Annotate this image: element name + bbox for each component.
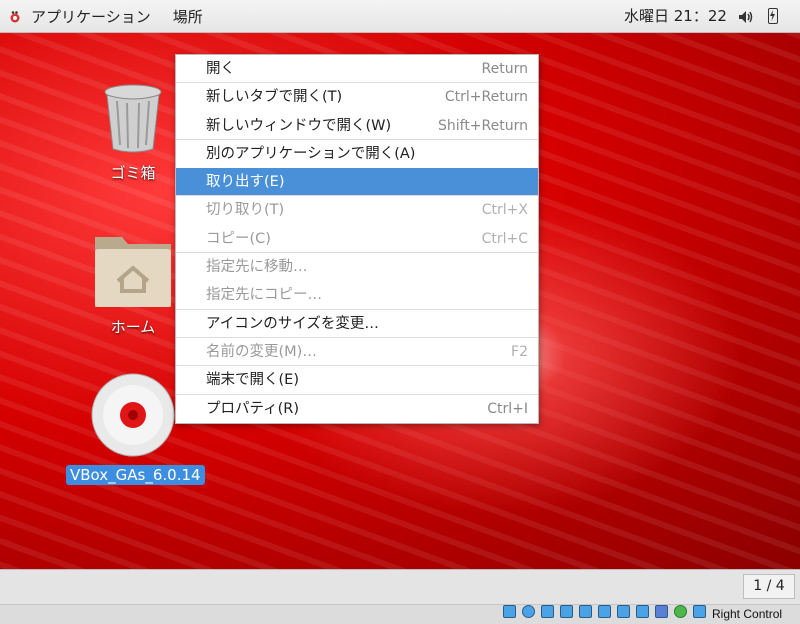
top-panel: アプリケーション 場所 水曜日 21：22 xyxy=(0,0,800,33)
home-folder-icon xyxy=(92,227,174,309)
menu-item-resize-icon[interactable]: アイコンのサイズを変更… xyxy=(176,310,538,338)
shared-folder-icon[interactable] xyxy=(598,605,611,618)
bottom-panel xyxy=(0,569,800,604)
menu-item-label: 指定先にコピー… xyxy=(206,287,322,304)
menu-item-open-with[interactable]: 別のアプリケーションで開く(A) xyxy=(176,140,538,168)
menu-item-label: 新しいウィンドウで開く(W) xyxy=(206,117,392,134)
host-key-label: Right Control xyxy=(712,607,783,621)
menu-item-open-new-tab[interactable]: 新しいタブで開く(T) Ctrl+Return xyxy=(176,83,538,111)
menu-item-label: コピー(C) xyxy=(206,230,271,247)
menu-item-open-in-terminal[interactable]: 端末で開く(E) xyxy=(176,366,538,395)
menu-item-label: 切り取り(T) xyxy=(206,202,285,219)
menu-item-shortcut: Ctrl+X xyxy=(481,202,528,219)
keyboard-icon[interactable] xyxy=(693,605,706,618)
mouse-integration-icon[interactable] xyxy=(674,605,687,618)
menu-item-shortcut: Return xyxy=(481,61,528,77)
menu-item-label: 端末で開く(E) xyxy=(206,372,299,389)
menu-item-cut[interactable]: 切り取り(T) Ctrl+X xyxy=(176,196,538,224)
display-icon[interactable] xyxy=(617,605,630,618)
virtualization-icon[interactable] xyxy=(655,605,668,618)
optical-drive-icon[interactable] xyxy=(522,605,535,618)
desktop-icon-label: ホーム xyxy=(110,318,156,336)
menu-item-rename[interactable]: 名前の変更(M)… F2 xyxy=(176,338,538,367)
menu-item-label: アイコンのサイズを変更… xyxy=(206,315,379,332)
menu-item-label: プロパティ(R) xyxy=(206,400,300,417)
desktop-icon-label: VBox_GAs_6.0.14 xyxy=(66,465,205,485)
menu-item-label: 指定先に移動… xyxy=(206,259,308,276)
speaker-icon[interactable] xyxy=(738,10,754,24)
workspace-switcher[interactable]: 1 / 4 xyxy=(743,574,795,599)
desktop-icon-label: ゴミ箱 xyxy=(110,164,156,182)
cd-disc-icon xyxy=(91,373,175,457)
context-menu: 開く Return 新しいタブで開く(T) Ctrl+Return 新しいウィンドウ… xyxy=(175,54,539,424)
menu-item-label: 別のアプリケーションで開く(A) xyxy=(206,145,416,162)
menu-item-shortcut: Shift+Return xyxy=(437,117,528,134)
menu-item-copy-to[interactable]: 指定先にコピー… xyxy=(176,281,538,310)
menu-item-move-to[interactable]: 指定先に移動… xyxy=(176,253,538,281)
menu-item-shortcut: F2 xyxy=(511,343,528,360)
menu-item-shortcut: Ctrl+C xyxy=(481,230,528,247)
menu-item-open[interactable]: 開く Return xyxy=(176,55,538,84)
menu-item-open-new-window[interactable]: 新しいウィンドウで開く(W) Shift+Return xyxy=(176,112,538,140)
menu-item-shortcut: Ctrl+Return xyxy=(444,89,528,106)
places-menu[interactable]: 場所 xyxy=(173,6,203,27)
applications-menu[interactable]: アプリケーション xyxy=(31,6,151,27)
trash-icon xyxy=(103,83,163,153)
desktop-icon-trash[interactable]: ゴミ箱 xyxy=(88,83,178,184)
desktop-icon-home[interactable]: ホーム xyxy=(88,227,178,338)
video-capture-icon[interactable] xyxy=(636,605,649,618)
audio-icon[interactable] xyxy=(541,605,554,618)
menu-item-label: 新しいタブで開く(T) xyxy=(206,89,343,106)
battery-charging-icon[interactable] xyxy=(768,8,778,24)
usb-icon[interactable] xyxy=(579,605,592,618)
clock[interactable]: 水曜日 21：22 xyxy=(624,0,727,33)
hard-disk-icon[interactable] xyxy=(503,605,516,618)
menu-item-copy[interactable]: コピー(C) Ctrl+C xyxy=(176,225,538,254)
menu-item-shortcut: Ctrl+I xyxy=(487,400,528,417)
menu-item-label: 開く xyxy=(206,61,235,77)
gnome-foot-icon xyxy=(8,10,22,24)
menu-item-properties[interactable]: プロパティ(R) Ctrl+I xyxy=(176,395,538,423)
menu-item-label: 名前の変更(M)… xyxy=(206,343,317,360)
network-icon[interactable] xyxy=(560,605,573,618)
menu-item-label: 取り出す(E) xyxy=(206,174,285,191)
menu-item-eject[interactable]: 取り出す(E) xyxy=(176,168,538,197)
